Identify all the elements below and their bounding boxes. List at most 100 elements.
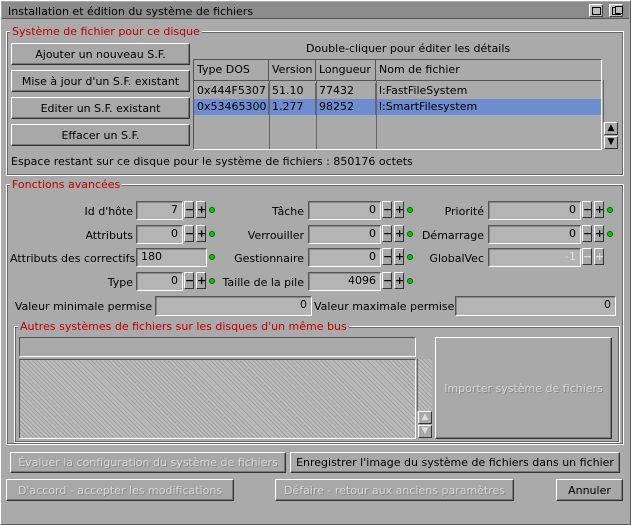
cell-version: 1.277 [269, 99, 316, 115]
column-divider [316, 80, 317, 149]
scroll-down-icon[interactable]: ▼ [604, 136, 618, 149]
list-hint: Double-cliquer pour éditer les détails [306, 42, 511, 55]
other-fs-list-header [19, 337, 416, 357]
scroll-up-icon[interactable]: ▲ [604, 122, 618, 135]
type-field[interactable]: 0 [136, 272, 183, 291]
lock-label: Verrouiller [247, 229, 304, 242]
stack-size-field[interactable]: 4096 [308, 272, 381, 291]
cell-filename: l:SmartFilesystem [379, 100, 478, 113]
col-filename[interactable]: Nom de fichier [376, 60, 601, 80]
minus-icon[interactable]: − [184, 225, 194, 242]
max-value-label: Valeur maximale permise [314, 300, 455, 313]
update-fs-button[interactable]: Mise à jour d'un S.F. existant [11, 70, 190, 92]
cell-length: 77432 [316, 83, 376, 99]
table-row-selected[interactable]: 0x53465300 1.277 98252 l:SmartFilesystem [194, 99, 601, 115]
scroll-down-icon: ▼ [418, 425, 432, 438]
status-led-icon [407, 207, 413, 213]
cell-length: 98252 [316, 99, 376, 115]
fs-list-header: Type DOS Version Longueur Nom de fichier [194, 60, 601, 81]
patch-attributes-field[interactable]: 180 [136, 248, 207, 267]
status-led-icon [407, 254, 413, 260]
lock-field[interactable]: 0 [308, 225, 381, 244]
plus-icon[interactable]: + [394, 225, 404, 242]
space-remaining-text: Espace restant sur ce disque pour le sys… [11, 155, 413, 168]
ok-accept-button: D'accord - accepter les modifications [6, 479, 234, 501]
handler-label: Gestionnaire [234, 252, 304, 265]
stack-size-label: Taille de la pile [222, 276, 304, 289]
fs-list[interactable]: Type DOS Version Longueur Nom de fichier… [193, 59, 602, 150]
cell-filename: l:FastFileSystem [379, 84, 468, 97]
plus-icon[interactable]: + [394, 272, 404, 289]
status-led-icon [607, 207, 613, 213]
status-led-icon [607, 231, 613, 237]
add-fs-button[interactable]: Ajouter un nouveau S.F. [11, 43, 190, 65]
evaluate-config-button: Évaluer la configuration du système de f… [10, 452, 286, 473]
plus-icon[interactable]: + [594, 225, 604, 242]
patch-attributes-label: Attributs des correctifs [10, 252, 136, 265]
type-label: Type [107, 276, 133, 289]
task-field[interactable]: 0 [308, 201, 381, 220]
status-led-icon [407, 231, 413, 237]
host-id-field[interactable]: 7 [136, 201, 183, 220]
edit-fs-button[interactable]: Editer un S.F. existant [11, 97, 190, 119]
startup-field[interactable]: 0 [488, 225, 581, 244]
status-led-icon [407, 278, 413, 284]
cell-dostype: 0x444F5307 [194, 83, 269, 99]
plus-icon[interactable]: + [394, 248, 404, 265]
cell-dostype: 0x53465300 [194, 99, 269, 115]
attributes-field[interactable]: 0 [136, 225, 183, 244]
window-title: Installation et édition du système de fi… [8, 5, 254, 18]
minus-icon[interactable]: − [184, 272, 194, 289]
other-fs-list [19, 359, 416, 439]
globvec-label: GlobalVec [429, 252, 484, 265]
delete-fs-button[interactable]: Effacer un S.F. [11, 124, 190, 146]
save-fs-image-button[interactable]: Enregistrer l'image du système de fichie… [290, 452, 620, 473]
plus-icon[interactable]: + [196, 272, 206, 289]
minus-icon[interactable]: − [582, 225, 592, 242]
task-label: Tâche [272, 205, 304, 218]
revert-button: Défaire - retour aux anciens paramètres [275, 479, 514, 501]
column-divider [376, 80, 377, 149]
startup-label: Démarrage [421, 229, 484, 242]
minus-icon[interactable]: − [582, 201, 592, 218]
plus-icon[interactable]: + [196, 225, 206, 242]
import-fs-button: Importer système de fichiers [435, 337, 612, 439]
min-value-label: Valeur minimale permise [14, 300, 152, 313]
status-led-icon [209, 254, 215, 260]
handler-field[interactable]: 0 [308, 248, 381, 267]
col-version[interactable]: Version [269, 60, 316, 80]
scroll-up-icon: ▲ [418, 411, 432, 424]
minus-icon[interactable]: − [382, 201, 392, 218]
zoom-icon[interactable] [589, 4, 603, 17]
other-fs-scrollbar [417, 359, 432, 411]
plus-icon[interactable]: + [394, 201, 404, 218]
globvec-field: -1 [488, 248, 581, 267]
plus-icon: + [594, 248, 605, 265]
advanced-group-label: Fonctions avancées [10, 178, 123, 191]
col-dostype[interactable]: Type DOS [194, 60, 269, 80]
minus-icon[interactable]: − [382, 225, 392, 242]
minus-icon: − [582, 248, 593, 265]
other-fs-group-label: Autres systèmes de fichiers sur les disq… [18, 320, 349, 333]
status-led-icon [209, 231, 215, 237]
minus-icon[interactable]: − [382, 272, 392, 289]
plus-icon[interactable]: + [196, 201, 206, 218]
host-id-label: Id d'hôte [84, 205, 133, 218]
plus-icon[interactable]: + [594, 201, 604, 218]
fs-group-label: Système de fichier pour ce disque [10, 25, 202, 38]
priority-label: Priorité [444, 205, 484, 218]
priority-field[interactable]: 0 [488, 201, 581, 220]
fs-list-scrollbar[interactable] [603, 80, 619, 122]
cancel-button[interactable]: Annuler [556, 479, 623, 501]
max-value-field: 0 [455, 296, 616, 316]
col-length[interactable]: Longueur [316, 60, 376, 80]
min-value-field: 0 [155, 296, 312, 316]
cell-version: 51.10 [269, 83, 316, 99]
attributes-label: Attributs [85, 229, 133, 242]
title-bar[interactable]: Installation et édition du système de fi… [2, 2, 629, 19]
table-row[interactable]: 0x444F5307 51.10 77432 l:FastFileSystem [194, 83, 601, 99]
depth-icon[interactable] [609, 4, 623, 17]
minus-icon[interactable]: − [382, 248, 392, 265]
status-led-icon [209, 207, 215, 213]
minus-icon[interactable]: − [184, 201, 194, 218]
